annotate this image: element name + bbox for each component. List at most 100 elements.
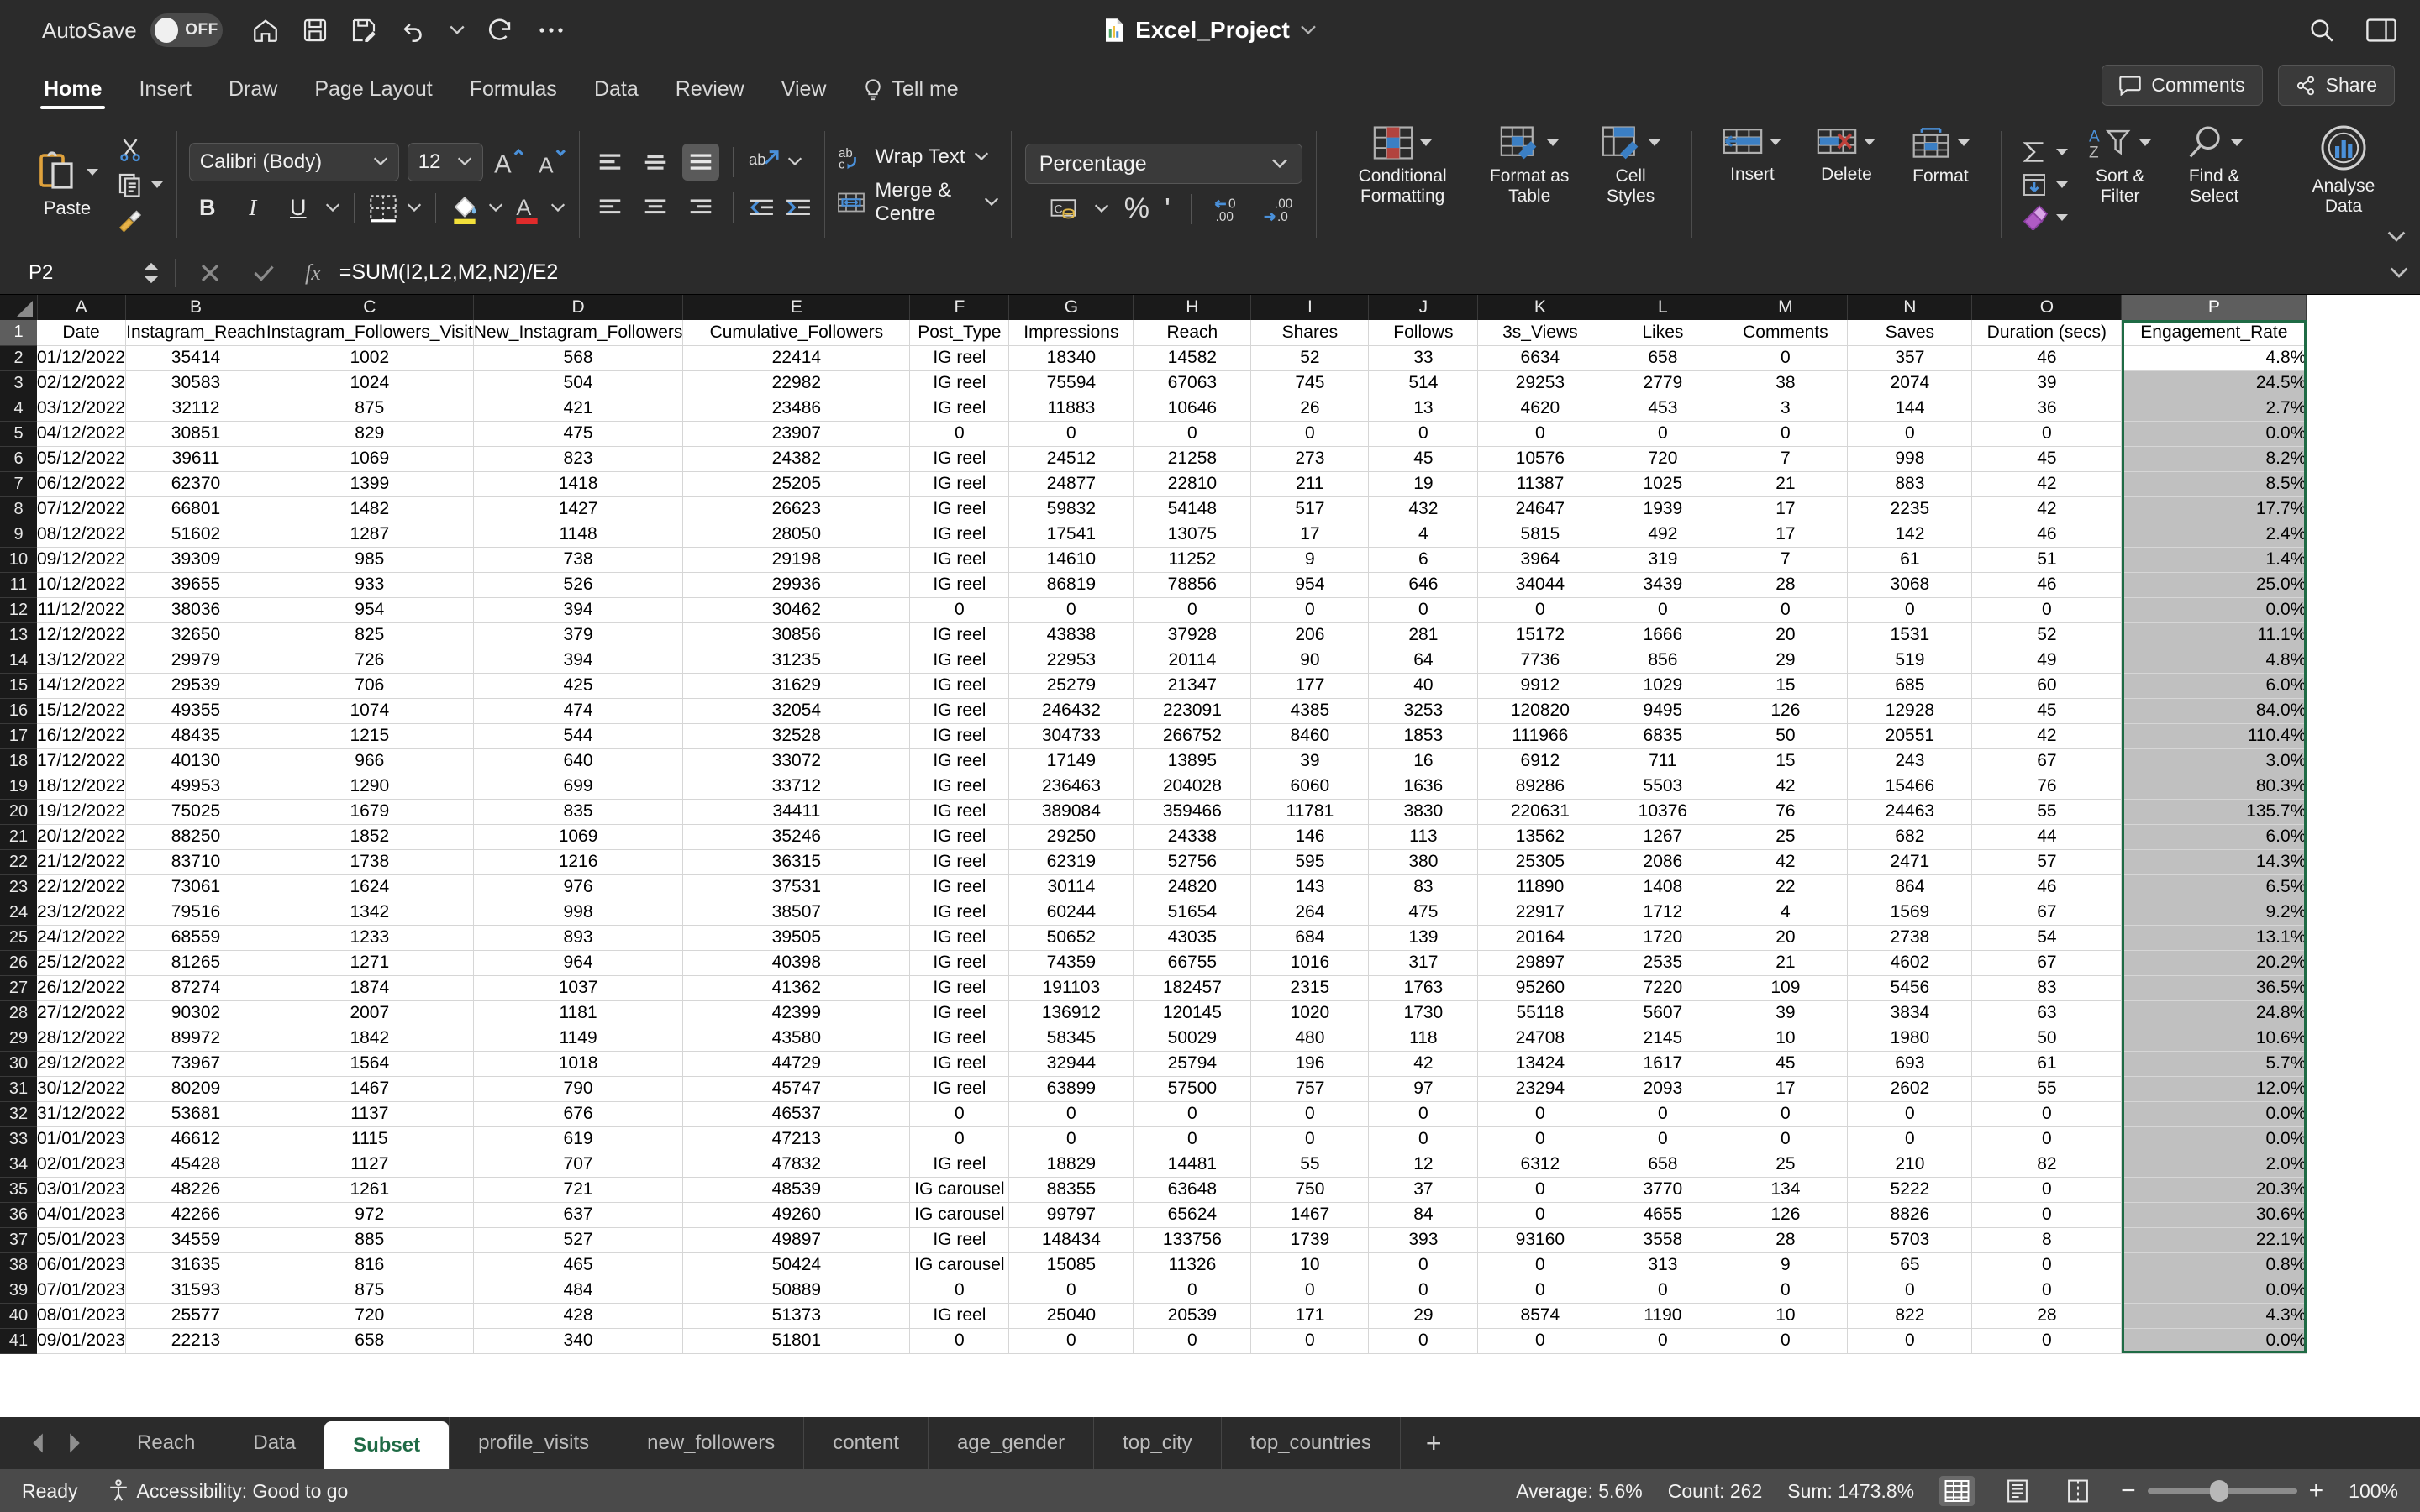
table-cell[interactable]: 191103	[1008, 975, 1134, 1001]
column-title-cell[interactable]: Post_Type	[909, 320, 1010, 346]
underline-button[interactable]: U	[280, 190, 317, 227]
column-header-a[interactable]: A	[37, 295, 127, 320]
table-cell[interactable]: 25	[1723, 824, 1849, 850]
table-cell[interactable]: 30.6%	[2121, 1202, 2307, 1228]
table-cell[interactable]: 22213	[125, 1328, 266, 1354]
table-cell[interactable]: 976	[473, 874, 684, 900]
table-cell[interactable]: IG reel	[909, 1152, 1010, 1178]
underline-chevron-down-icon[interactable]	[325, 203, 340, 213]
column-header-l[interactable]: L	[1602, 295, 1724, 320]
table-cell[interactable]: 1980	[1847, 1026, 1973, 1052]
table-cell[interactable]: 50	[1971, 1026, 2123, 1052]
table-cell[interactable]: 40398	[682, 950, 911, 976]
table-cell[interactable]: 21/12/2022	[37, 849, 127, 875]
orientation-chevron-down-icon[interactable]	[787, 157, 802, 166]
table-row[interactable]: 1 Date Instagram_Reach Instagram_Followers_…	[0, 320, 2308, 346]
table-cell[interactable]: IG reel	[909, 975, 1010, 1001]
table-cell[interactable]: IG reel	[909, 698, 1010, 724]
table-cell[interactable]: 30851	[125, 421, 266, 447]
table-cell[interactable]: 15085	[1008, 1252, 1134, 1278]
row-header-12[interactable]: 12	[0, 597, 37, 623]
column-header-n[interactable]: N	[1847, 295, 1973, 320]
table-cell[interactable]: 144	[1847, 396, 1973, 422]
table-cell[interactable]: 1190	[1602, 1303, 1724, 1329]
column-title-cell[interactable]: Follows	[1368, 320, 1479, 346]
row-header-11[interactable]: 11	[0, 572, 37, 598]
row-header-40[interactable]: 40	[0, 1303, 37, 1329]
table-cell[interactable]: 25205	[682, 471, 911, 497]
table-cell[interactable]: 1029	[1602, 673, 1724, 699]
row-header-37[interactable]: 37	[0, 1227, 37, 1253]
table-cell[interactable]: 0	[1723, 345, 1849, 371]
table-row[interactable]: 40 08/01/2023 25577 720 428 51373 IG reel 25040…	[0, 1303, 2308, 1329]
table-cell[interactable]: 526	[473, 572, 684, 598]
previous-sheet-icon[interactable]	[29, 1432, 47, 1454]
table-cell[interactable]: 28	[1723, 572, 1849, 598]
table-cell[interactable]: 0	[1250, 1126, 1370, 1152]
table-cell[interactable]: 0	[1477, 1126, 1603, 1152]
table-cell[interactable]: 6312	[1477, 1152, 1603, 1178]
table-cell[interactable]: 706	[266, 673, 474, 699]
table-cell[interactable]: 985	[266, 547, 474, 573]
fx-icon[interactable]: fx	[305, 260, 321, 286]
table-cell[interactable]: 492	[1602, 522, 1724, 548]
table-cell[interactable]: 24647	[1477, 496, 1603, 522]
table-cell[interactable]: 883	[1847, 471, 1973, 497]
sheet-tab-reach[interactable]: Reach	[108, 1417, 224, 1469]
zoom-slider[interactable]: − +	[2121, 1477, 2323, 1505]
table-cell[interactable]: 1069	[473, 824, 684, 850]
table-cell[interactable]: 109	[1723, 975, 1849, 1001]
table-cell[interactable]: 95260	[1477, 975, 1603, 1001]
table-cell[interactable]: 126	[1723, 1202, 1849, 1228]
table-cell[interactable]: 35414	[125, 345, 266, 371]
column-header-j[interactable]: J	[1368, 295, 1479, 320]
table-cell[interactable]: 0	[1723, 597, 1849, 623]
table-cell[interactable]: 7220	[1602, 975, 1724, 1001]
table-cell[interactable]: 28050	[682, 522, 911, 548]
table-cell[interactable]: 2315	[1250, 975, 1370, 1001]
table-cell[interactable]: 0	[1368, 1278, 1479, 1304]
borders-icon[interactable]	[368, 193, 398, 223]
table-cell[interactable]: 81265	[125, 950, 266, 976]
confirm-icon[interactable]	[251, 260, 276, 286]
table-cell[interactable]: 2145	[1602, 1026, 1724, 1052]
table-cell[interactable]: 1016	[1250, 950, 1370, 976]
table-cell[interactable]: 43580	[682, 1026, 911, 1052]
table-cell[interactable]: 65	[1847, 1252, 1973, 1278]
table-cell[interactable]: 750	[1250, 1177, 1370, 1203]
table-cell[interactable]: IG reel	[909, 1000, 1010, 1026]
italic-button[interactable]: I	[234, 190, 271, 227]
table-cell[interactable]: 933	[266, 572, 474, 598]
table-cell[interactable]: IG reel	[909, 648, 1010, 674]
wrap-text-chevron-down-icon[interactable]	[974, 152, 989, 161]
table-cell[interactable]: 220631	[1477, 799, 1603, 825]
table-cell[interactable]: 10376	[1602, 799, 1724, 825]
table-cell[interactable]: 1763	[1368, 975, 1479, 1001]
table-cell[interactable]: 75594	[1008, 370, 1134, 396]
table-cell[interactable]: IG reel	[909, 950, 1010, 976]
table-cell[interactable]: 89972	[125, 1026, 266, 1052]
table-cell[interactable]: 13	[1368, 396, 1479, 422]
table-cell[interactable]: 82	[1971, 1152, 2123, 1178]
table-cell[interactable]: 42	[1368, 1051, 1479, 1077]
table-cell[interactable]: 51654	[1133, 900, 1252, 926]
table-cell[interactable]: 02/12/2022	[37, 370, 127, 396]
table-cell[interactable]: 0	[909, 1328, 1010, 1354]
table-cell[interactable]: IG reel	[909, 874, 1010, 900]
table-cell[interactable]: 1408	[1602, 874, 1724, 900]
table-cell[interactable]: 22953	[1008, 648, 1134, 674]
table-cell[interactable]: 55	[1971, 1076, 2123, 1102]
table-cell[interactable]: 17149	[1008, 748, 1134, 774]
table-cell[interactable]: 18829	[1008, 1152, 1134, 1178]
table-cell[interactable]: 50889	[682, 1278, 911, 1304]
table-cell[interactable]: 264	[1250, 900, 1370, 926]
table-cell[interactable]: 693	[1847, 1051, 1973, 1077]
table-cell[interactable]: 0	[909, 1126, 1010, 1152]
font-size-select[interactable]: 12	[407, 142, 483, 181]
column-header-f[interactable]: F	[909, 295, 1010, 320]
table-cell[interactable]: 23294	[1477, 1076, 1603, 1102]
table-cell[interactable]: 0.0%	[2121, 1278, 2307, 1304]
sheet-tab-content[interactable]: content	[803, 1417, 928, 1469]
table-cell[interactable]: 1569	[1847, 900, 1973, 926]
table-row[interactable]: 36 04/01/2023 42266 972 637 49260 IG carousel 9…	[0, 1202, 2308, 1228]
